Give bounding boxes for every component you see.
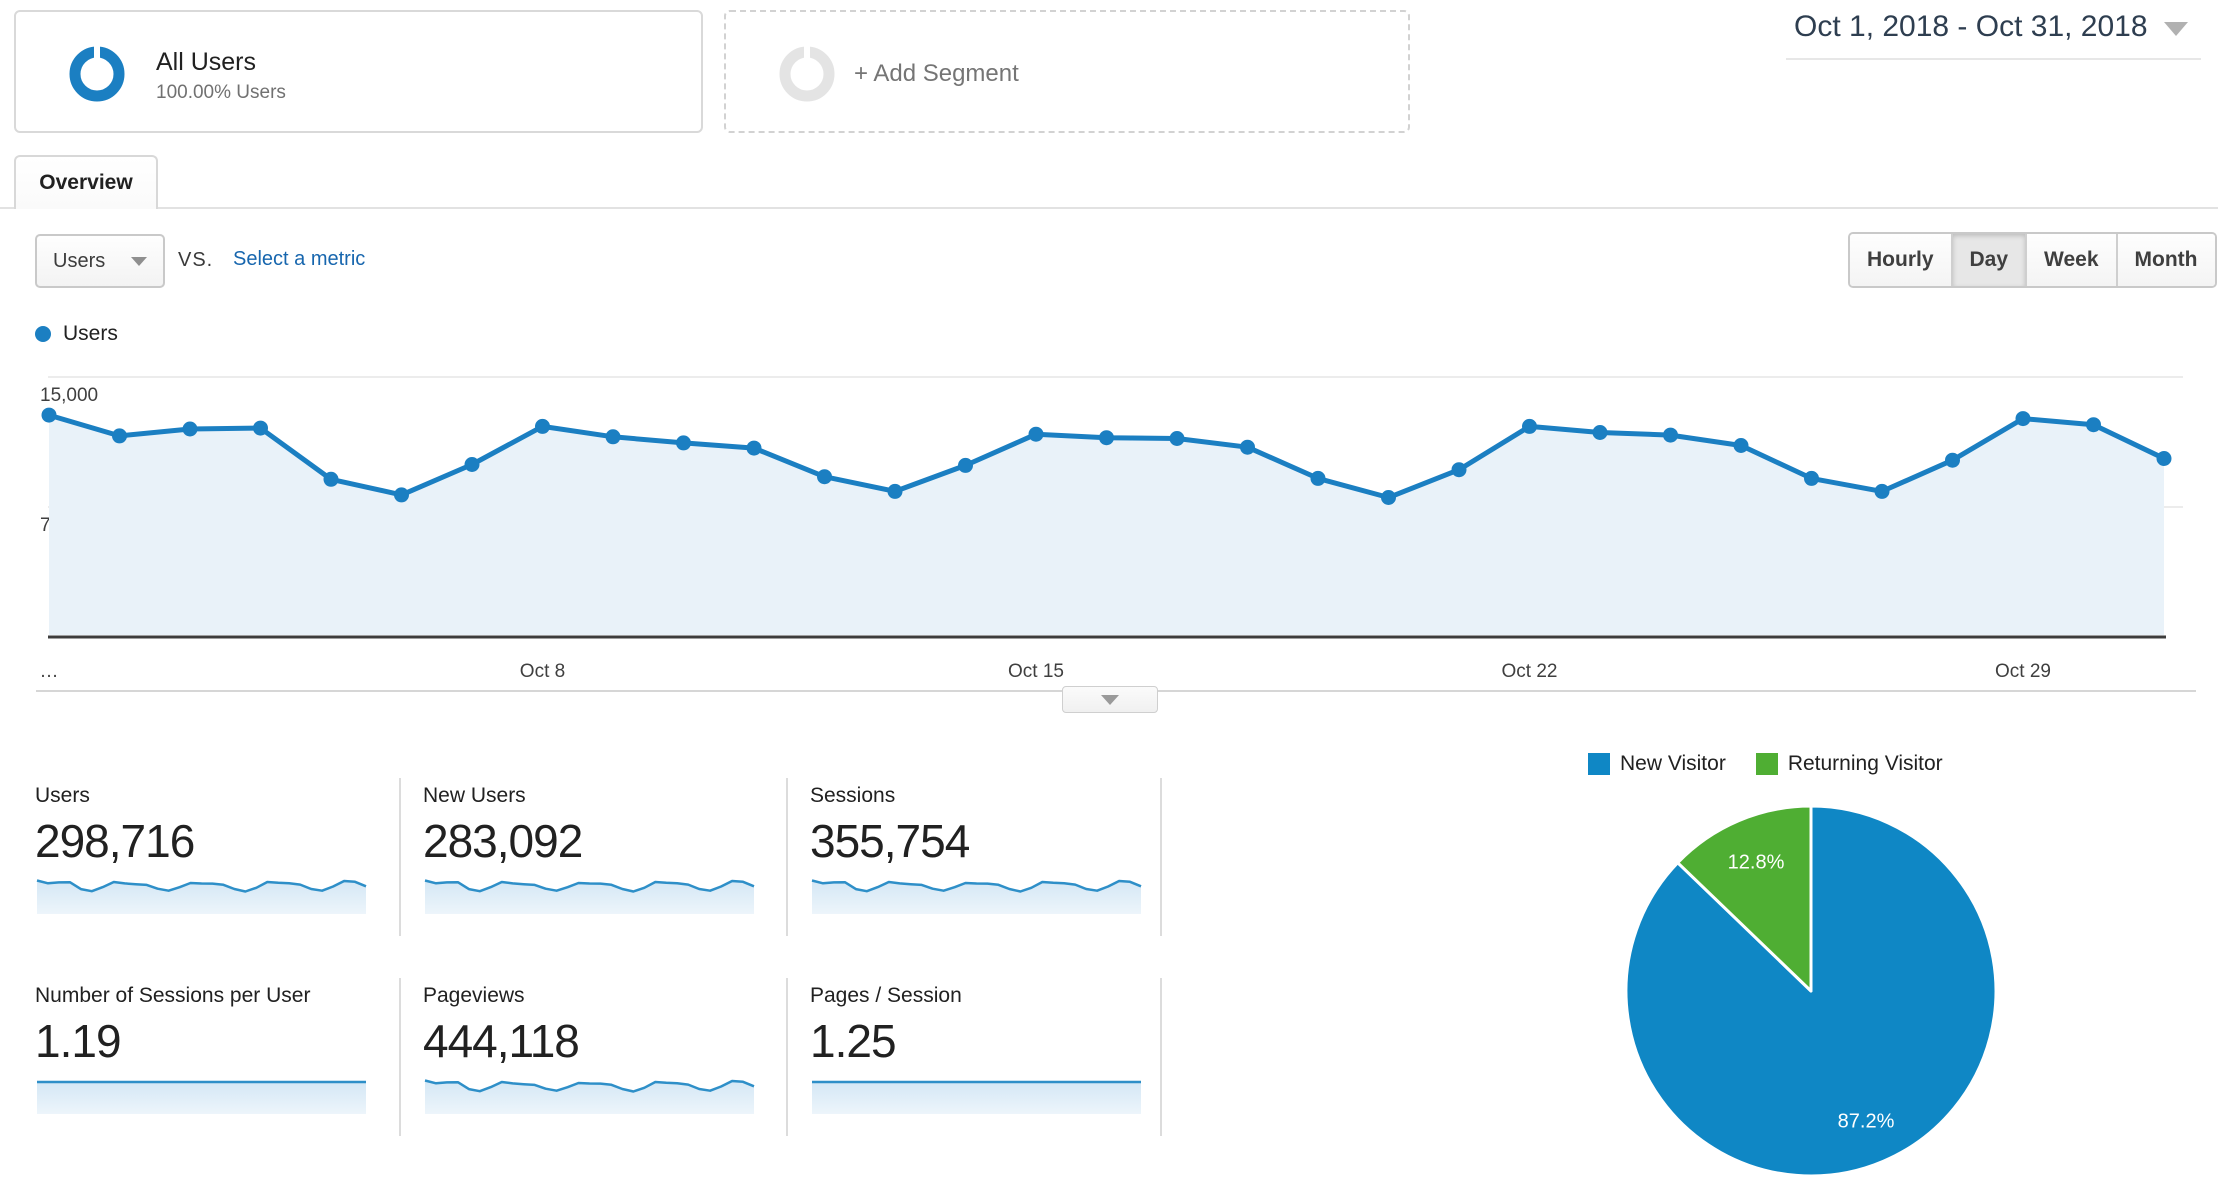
metric-value: 355,754 (810, 815, 970, 867)
date-range-label: Oct 1, 2018 - Oct 31, 2018 (1794, 10, 2148, 43)
metric-label: Users (35, 784, 90, 807)
segment-title: All Users (156, 48, 257, 76)
svg-text:Oct 22: Oct 22 (1502, 661, 1558, 682)
legend-label: New Visitor (1620, 752, 1726, 775)
metric-sparkline (36, 879, 367, 914)
tab-overview-label: Overview (39, 171, 133, 194)
series-users-label: Users (63, 322, 118, 345)
chevron-down-icon (1101, 694, 1119, 705)
legend-label: Returning Visitor (1787, 752, 1943, 775)
series-users-dot-icon (35, 326, 51, 342)
segment-subtitle: 100.00% Users (156, 82, 286, 103)
segment-card-all-users[interactable]: All Users 100.00% Users (14, 10, 703, 133)
date-range-selector[interactable]: Oct 1, 2018 - Oct 31, 2018 (1786, 10, 2201, 44)
svg-text:Oct 29: Oct 29 (1995, 661, 2051, 682)
add-segment-label: + Add Segment (854, 60, 1019, 87)
metric-card-sessions: Sessions 355,754 (810, 778, 1156, 938)
tab-row-divider (0, 207, 2218, 209)
metric-column-divider (1160, 778, 1162, 936)
metric-value: 1.25 (810, 1015, 897, 1067)
metric-label: Pages / Session (810, 984, 962, 1007)
chevron-down-icon (131, 256, 147, 266)
metric-column-divider (1160, 978, 1162, 1136)
svg-text:87.2%: 87.2% (1838, 1110, 1895, 1132)
metric-sparkline (37, 1080, 366, 1114)
metric-value: 298,716 (35, 815, 195, 867)
segment-donut-icon (69, 45, 125, 102)
add-segment-button[interactable]: + Add Segment (724, 10, 1410, 133)
tab-overview[interactable]: Overview (14, 155, 158, 209)
granularity-day-button[interactable]: Day (1950, 234, 2026, 286)
svg-text:15,000: 15,000 (40, 385, 98, 406)
visitor-type-pie-chart: 87.2% 12.8% (1624, 804, 1998, 1178)
legend-item-returning-visitor: Returning Visitor (1755, 752, 1943, 776)
metric-column-divider (399, 778, 401, 936)
metric-sparkline (424, 1079, 755, 1114)
metric-value: 1.19 (35, 1015, 122, 1067)
pie-legend: New Visitor Returning Visitor (1588, 752, 1973, 776)
metric-dropdown[interactable]: Users (35, 234, 165, 288)
metric-column-divider (786, 978, 788, 1136)
legend-item-new-visitor: New Visitor (1588, 752, 1726, 776)
granularity-hourly-button[interactable]: Hourly (1850, 234, 1951, 286)
vs-label: VS. (178, 249, 214, 271)
granularity-button-group: Hourly Day Week Month (1848, 232, 2217, 288)
svg-text:Oct 15: Oct 15 (1008, 661, 1064, 682)
metric-card-users: Users 298,716 (35, 778, 381, 938)
svg-text:12.8%: 12.8% (1728, 852, 1785, 874)
granularity-month-button[interactable]: Month (2115, 234, 2215, 286)
metric-card-pageviews: Pageviews 444,118 (423, 978, 769, 1138)
svg-text:Oct 8: Oct 8 (520, 661, 565, 682)
metric-label: Pageviews (423, 984, 525, 1007)
metric-label: New Users (423, 784, 526, 807)
metric-column-divider (786, 778, 788, 936)
date-range-underline (1786, 58, 2201, 60)
svg-text:…: … (40, 661, 59, 682)
metric-card-pages-per-session: Pages / Session 1.25 (810, 978, 1156, 1138)
metric-label: Sessions (810, 784, 896, 807)
metric-value: 444,118 (423, 1015, 580, 1067)
metric-card-sessions-per-user: Number of Sessions per User 1.19 (35, 978, 381, 1138)
metric-dropdown-label: Users (53, 249, 106, 272)
chevron-down-icon (2163, 21, 2188, 36)
metric-sparkline (811, 879, 1142, 914)
users-line-chart: 15,0007,500…Oct 8Oct 15Oct 22Oct 29 (37, 376, 2183, 682)
metric-card-new-users: New Users 283,092 (423, 778, 769, 938)
granularity-week-button[interactable]: Week (2025, 234, 2116, 286)
select-a-metric-link[interactable]: Select a metric (233, 248, 365, 271)
metric-sparkline (424, 879, 755, 914)
metric-sparkline (812, 1080, 1141, 1114)
collapse-chart-button[interactable] (1062, 686, 1158, 713)
segment-donut-placeholder-icon (779, 45, 835, 102)
metric-value: 283,092 (423, 815, 583, 867)
metric-column-divider (399, 978, 401, 1136)
legend-swatch-icon (1755, 753, 1778, 775)
metric-label: Number of Sessions per User (35, 984, 311, 1007)
chart-legend: Users (35, 322, 118, 346)
legend-swatch-icon (1588, 753, 1610, 775)
